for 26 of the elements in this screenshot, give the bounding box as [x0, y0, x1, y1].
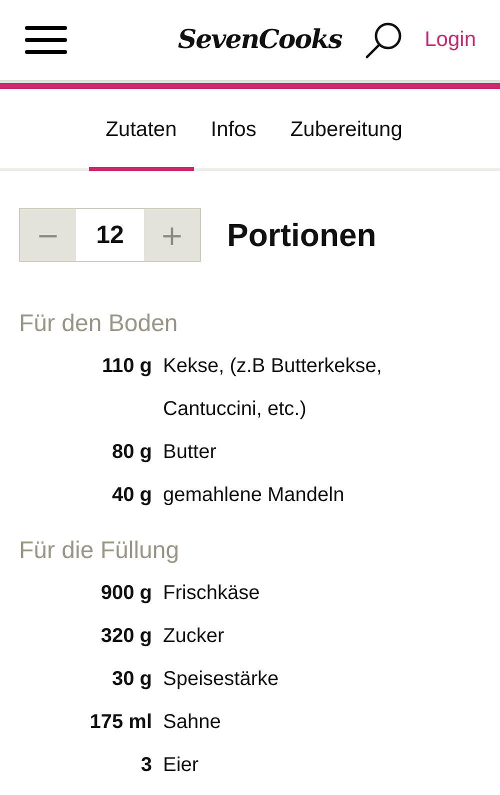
ingredient-amount: 80 g — [110, 440, 152, 465]
ingredient-amount: 3 — [140, 753, 152, 778]
logo[interactable]: SevenCooks — [67, 25, 365, 55]
section-heading: Für den Boden — [19, 309, 179, 339]
ingredient-name: Kekse, (z.B Butterkekse, Cantuccini, etc.) — [163, 354, 383, 422]
ingredient-name: Butter — [163, 440, 218, 465]
search-icon[interactable] — [364, 21, 403, 59]
ingredient-amount: 175 ml — [88, 710, 152, 735]
ingredient-name: Zucker — [163, 624, 226, 649]
tab[interactable]: Zubereitung — [273, 89, 420, 171]
tab[interactable]: Infos — [194, 89, 274, 171]
login-link[interactable]: Login — [424, 28, 476, 52]
ingredient-amount: 40 g — [110, 483, 152, 508]
ingredient-name: Speisestärke — [163, 667, 280, 692]
menu-icon[interactable] — [25, 25, 67, 55]
ingredient-amount: 30 g — [110, 667, 152, 692]
ingredient-amount: 900 g — [100, 581, 152, 606]
ingredient-name: gemahlene Mandeln — [163, 483, 346, 508]
tab[interactable]: Zutaten — [88, 89, 194, 171]
ingredient-name: Frischkäse — [163, 581, 261, 606]
section-heading: Für die Füllung — [19, 536, 180, 566]
ingredient-name: Eier — [163, 753, 200, 778]
ingredient-amount: 110 g — [100, 354, 152, 379]
servings-label: Portionen — [227, 216, 376, 254]
ingredient-amount: 320 g — [100, 624, 152, 649]
ingredient-name: Sahne — [163, 710, 222, 735]
